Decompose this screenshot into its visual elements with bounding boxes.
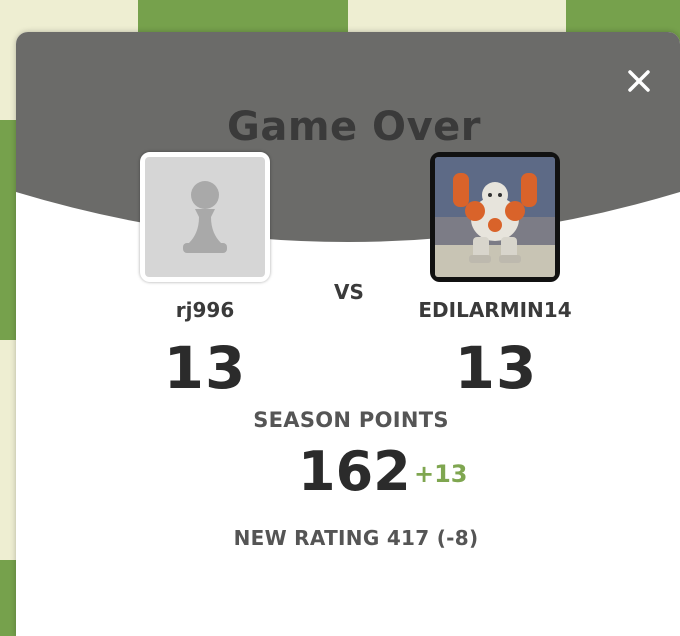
new-rating-text: NEW RATING 417 (-8) — [233, 526, 479, 550]
season-points-value: 162 — [298, 440, 411, 503]
board-square — [0, 340, 16, 560]
player-name-right[interactable]: EDILARMIN14 — [400, 298, 590, 322]
player-avatar-right[interactable] — [430, 152, 560, 282]
player-avatar-left[interactable] — [140, 152, 270, 282]
game-over-modal: Game Over VS rj996 EDILARMIN14 13 13 SEA… — [16, 32, 680, 636]
player-score-left: 13 — [163, 334, 247, 402]
vs-label: VS — [334, 280, 364, 304]
board-square — [0, 120, 16, 340]
board-square — [0, 560, 16, 636]
player-name-left[interactable]: rj996 — [136, 298, 274, 322]
modal-title: Game Over — [227, 104, 481, 150]
robot-character-icon — [435, 157, 555, 277]
season-points-delta: +13 — [414, 460, 468, 488]
player-score-right: 13 — [454, 334, 538, 402]
season-points-label: SEASON POINTS — [253, 408, 449, 432]
close-icon[interactable] — [626, 68, 652, 94]
pawn-icon — [145, 157, 265, 277]
modal-header-background — [16, 32, 680, 242]
